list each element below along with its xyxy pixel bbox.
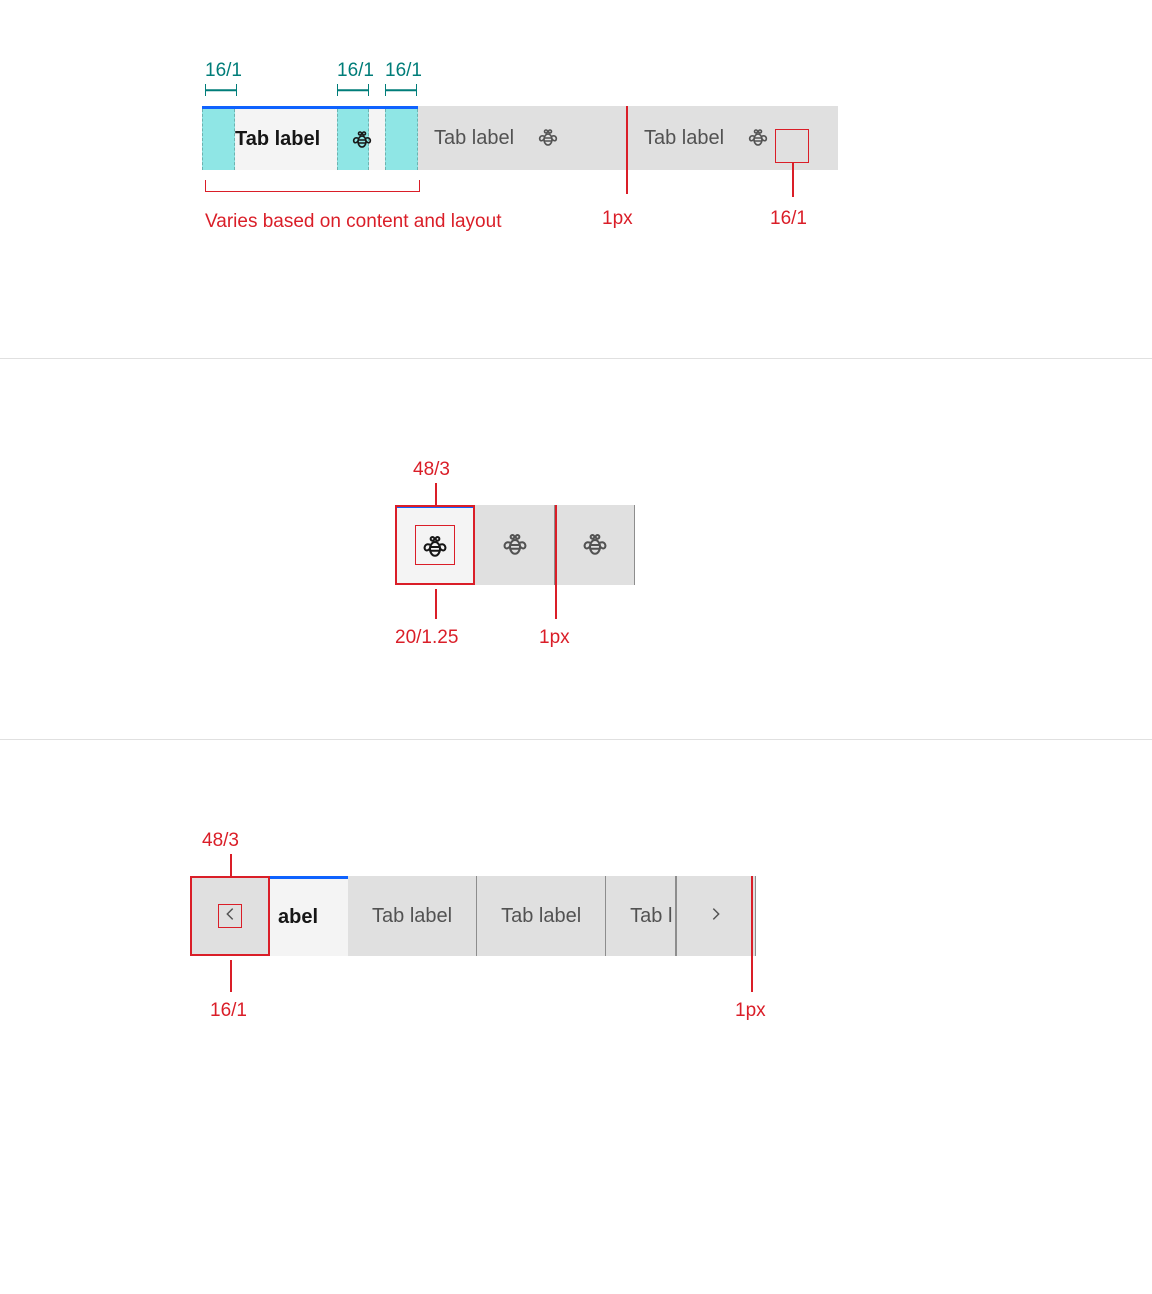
spec-callout-tab-size: 48/3 — [413, 459, 755, 481]
spec-figure-icon-only-tabs: 48/3 20/1.25 — [0, 359, 1152, 739]
bee-icon — [580, 530, 610, 560]
chevron-left-icon — [221, 905, 239, 928]
bee-icon — [350, 128, 374, 152]
spec-callout-padding-middle: 16/1 — [337, 60, 369, 96]
annotations-bottom: Varies based on content and layout 1px 1… — [202, 178, 922, 278]
padding-annotations-top: 16/1 16/1 16/1 — [202, 60, 922, 106]
spec-callout-width-note: Varies based on content and layout — [205, 208, 501, 236]
scroll-left-button[interactable] — [190, 876, 270, 956]
spec-leader-line — [435, 483, 437, 505]
spec-leader-line — [435, 589, 437, 619]
tab-label: abel — [278, 906, 318, 929]
tab-2[interactable]: Tab label — [418, 106, 628, 170]
bee-icon — [536, 126, 560, 150]
tab-label: Tab label — [434, 127, 514, 150]
spec-figure-scrollable-tabs: 48/3 abel Tab label Tab label Tab l — [0, 740, 1152, 1120]
annotations-bottom: 16/1 1px — [190, 960, 950, 1040]
padding-highlight — [385, 109, 418, 170]
annotations-bottom: 20/1.25 1px — [395, 589, 755, 659]
spec-leader-line — [626, 106, 628, 194]
tab-label: Tab l — [630, 905, 672, 928]
tab-icon-3[interactable] — [555, 505, 635, 585]
tabs-row — [395, 505, 755, 585]
spec-callout-icon-size: 20/1.25 — [395, 627, 458, 649]
padding-highlight — [202, 109, 235, 170]
spec-callout-padding-right: 16/1 — [385, 60, 417, 96]
spec-callout-scroll-btn-size: 48/3 — [202, 830, 950, 852]
spec-brace-width — [205, 180, 420, 192]
tab-4[interactable]: Tab l — [606, 876, 676, 956]
tab-icon-2[interactable] — [475, 505, 555, 585]
spec-leader-line — [230, 854, 232, 876]
spec-callout-chevron-size: 16/1 — [210, 1000, 247, 1022]
scroll-right-button[interactable] — [676, 876, 756, 956]
spec-callout-divider: 1px — [539, 627, 570, 649]
spec-leader-line — [555, 505, 557, 619]
chevron-right-icon — [707, 905, 725, 928]
bee-icon — [420, 532, 450, 562]
tabs-row: Tab label Tab label Tab label — [202, 106, 922, 170]
tab-label: Tab label — [501, 905, 581, 928]
tab-1[interactable]: abel — [270, 876, 348, 956]
tab-icon-1[interactable] — [395, 505, 475, 585]
tab-label: Tab label — [372, 905, 452, 928]
spec-figure-tabs-with-label-and-icon: 16/1 16/1 16/1 Tab label Tab label — [0, 0, 1152, 358]
spec-leader-line — [751, 876, 753, 992]
spec-callout-padding-left: 16/1 — [205, 60, 237, 96]
spec-leader-line — [230, 960, 232, 992]
spec-callout-icon-size: 16/1 — [770, 208, 807, 230]
spec-highlight-box — [775, 129, 809, 163]
spec-leader-line — [792, 163, 794, 197]
tab-label: Tab label — [235, 128, 320, 151]
spec-callout-divider: 1px — [602, 208, 633, 230]
tab-2[interactable]: Tab label — [348, 876, 477, 956]
tab-1[interactable]: Tab label — [202, 106, 418, 170]
bee-icon — [500, 530, 530, 560]
tab-3[interactable]: Tab label — [477, 876, 606, 956]
spec-callout-divider: 1px — [735, 1000, 766, 1022]
tabs-row: abel Tab label Tab label Tab l — [190, 876, 950, 956]
tab-label: Tab label — [644, 127, 724, 150]
bee-icon — [746, 126, 770, 150]
